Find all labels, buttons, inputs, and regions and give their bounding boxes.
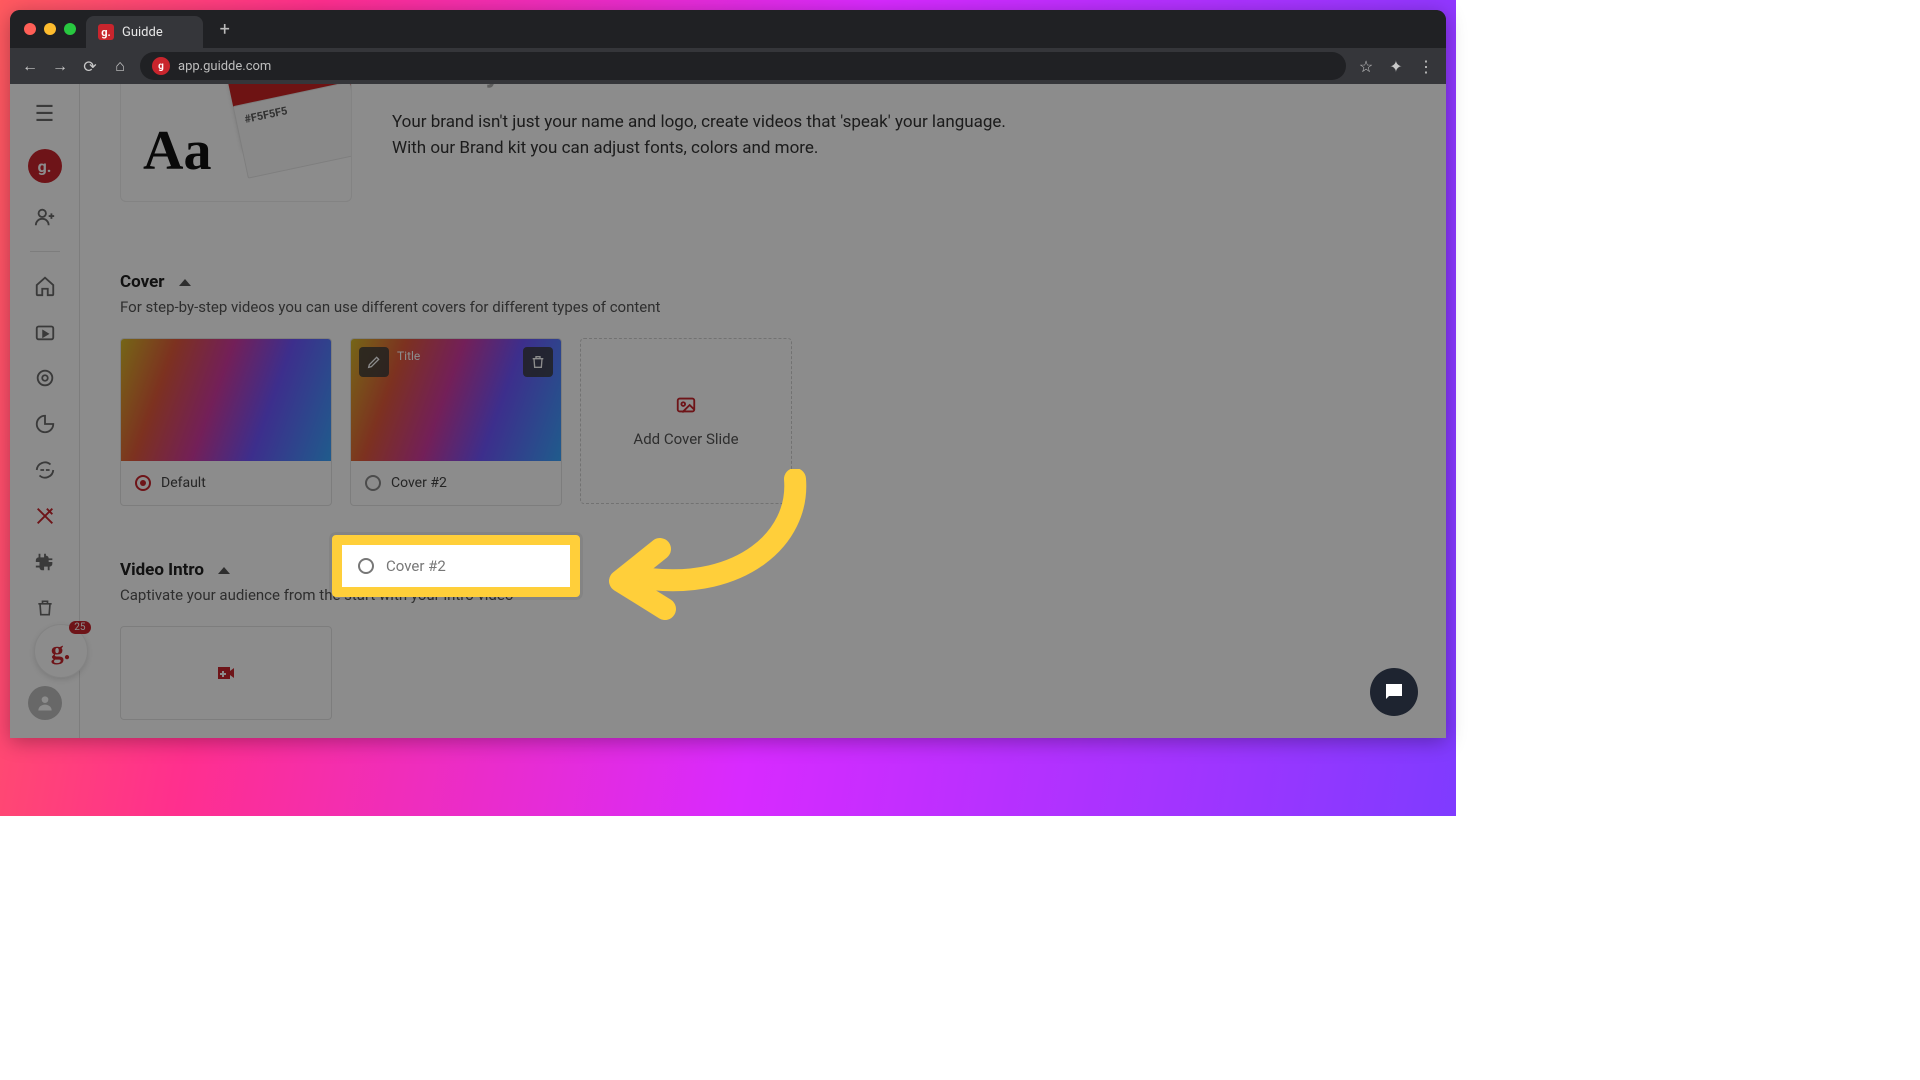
home-icon[interactable] <box>33 274 57 298</box>
hero-line2: With our Brand kit you can adjust fonts,… <box>392 138 818 158</box>
cover-thumb-title: Title <box>397 349 420 363</box>
close-window-icon[interactable] <box>24 23 36 35</box>
image-icon <box>675 394 697 416</box>
hero-line1: Your brand isn't just your name and logo… <box>392 112 1006 132</box>
delete-cover-icon[interactable] <box>523 347 553 377</box>
activity-icon[interactable] <box>33 458 57 482</box>
favicon-icon: g. <box>98 24 114 40</box>
rail-separator <box>30 251 60 252</box>
radio-unselected-icon[interactable] <box>358 558 374 574</box>
highlight-callout: Cover #2 <box>332 535 580 597</box>
app-logo-icon[interactable]: g. <box>28 149 62 183</box>
browser-toolbar: ← → ⟳ ⌂ g app.guidde.com ☆ ✦ ⋮ <box>10 48 1446 84</box>
cover-title: Cover <box>120 272 165 292</box>
cover-label: Default <box>161 475 206 491</box>
back-button[interactable]: ← <box>20 56 40 76</box>
edit-cover-icon[interactable] <box>359 347 389 377</box>
hero-section: #F5F5F5 Aa Ensure your videos are on-bra… <box>120 84 1406 202</box>
app-surface: ☰ g. <box>10 84 1446 738</box>
cover-footer[interactable]: Default <box>121 461 331 505</box>
browser-tab-bar: g. Guidde + <box>10 10 1446 48</box>
main-content: #F5F5F5 Aa Ensure your videos are on-bra… <box>80 84 1446 738</box>
minimize-window-icon[interactable] <box>44 23 56 35</box>
cover-thumb: Title <box>351 339 561 461</box>
new-tab-button[interactable]: + <box>211 15 239 43</box>
home-button[interactable]: ⌂ <box>110 56 130 76</box>
url-text: app.guidde.com <box>178 59 271 74</box>
swatch-code: #F5F5F5 <box>243 104 288 126</box>
badge-logo-icon: g. <box>51 636 71 666</box>
brand-kit-icon[interactable] <box>33 504 57 528</box>
tab-title: Guidde <box>122 25 163 40</box>
highlight-label: Cover #2 <box>386 557 446 575</box>
collapse-icon[interactable] <box>179 279 191 286</box>
chat-icon <box>1382 680 1406 704</box>
menu-icon[interactable]: ⋮ <box>1416 57 1436 76</box>
cover-label: Cover #2 <box>391 475 447 491</box>
spaces-icon[interactable] <box>33 366 57 390</box>
left-rail: ☰ g. <box>10 84 80 738</box>
extensions-icon[interactable]: ✦ <box>1386 57 1406 76</box>
cover-thumb <box>121 339 331 461</box>
hamburger-icon[interactable]: ☰ <box>35 102 55 127</box>
add-intro-video-button[interactable] <box>120 626 332 720</box>
brand-preview-card: #F5F5F5 Aa <box>120 84 352 202</box>
forward-button[interactable]: → <box>50 56 70 76</box>
cover-card-2[interactable]: Title Cover #2 <box>350 338 562 506</box>
browser-window: g. Guidde + ← → ⟳ ⌂ g app.guidde.com ☆ ✦… <box>10 10 1446 738</box>
trash-icon[interactable] <box>33 596 57 620</box>
browser-tab[interactable]: g. Guidde <box>86 16 203 48</box>
window-controls[interactable] <box>24 23 76 35</box>
font-sample: Aa <box>143 119 211 183</box>
radio-selected-icon[interactable] <box>135 475 151 491</box>
maximize-window-icon[interactable] <box>64 23 76 35</box>
site-identity-icon: g <box>152 57 170 75</box>
intercom-chat-button[interactable] <box>1370 668 1418 716</box>
intro-title: Video Intro <box>120 560 204 580</box>
hero-text: Ensure your videos are on-brand. Your br… <box>392 84 1006 162</box>
add-cover-label: Add Cover Slide <box>633 430 738 448</box>
videos-icon[interactable] <box>33 320 57 344</box>
page-title: Ensure your videos are on-brand. <box>392 84 1006 89</box>
cover-card-default[interactable]: Default <box>120 338 332 506</box>
insights-icon[interactable] <box>33 412 57 436</box>
radio-unselected-icon[interactable] <box>365 475 381 491</box>
bookmark-icon[interactable]: ☆ <box>1356 57 1376 76</box>
user-avatar[interactable] <box>28 686 62 720</box>
collapse-icon[interactable] <box>218 567 230 574</box>
integrations-icon[interactable] <box>33 550 57 574</box>
video-add-icon <box>214 661 238 685</box>
cover-footer[interactable]: Cover #2 <box>351 461 561 505</box>
reload-button[interactable]: ⟳ <box>80 57 100 76</box>
address-bar[interactable]: g app.guidde.com <box>140 52 1346 80</box>
annotation-arrow-icon <box>600 469 810 629</box>
cover-subtitle: For step-by-step videos you can use diff… <box>120 298 1406 316</box>
invite-user-icon[interactable] <box>33 205 57 229</box>
